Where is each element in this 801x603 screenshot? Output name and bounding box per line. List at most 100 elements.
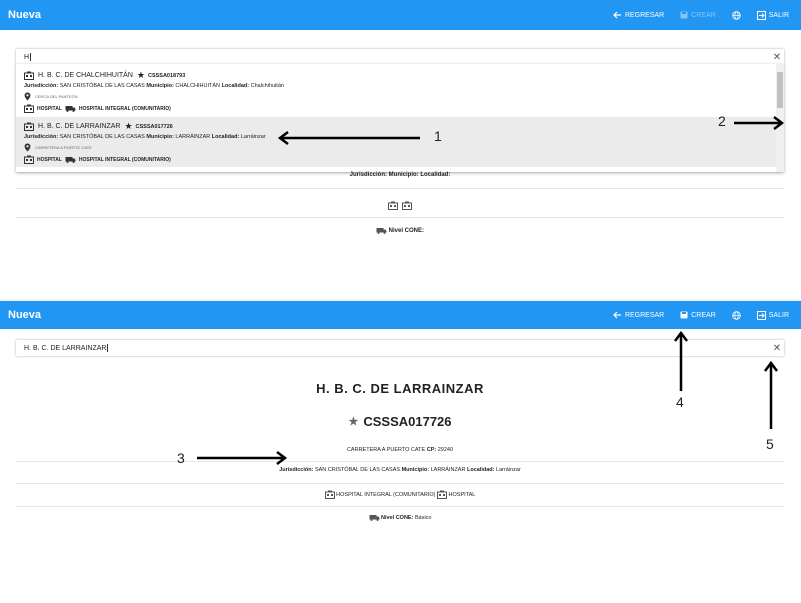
annotation-arrow-5: [764, 360, 778, 429]
juris-label: Jurisdicción:: [24, 83, 59, 89]
back-button[interactable]: REGRESAR: [613, 11, 664, 19]
create-label: CREAR: [691, 311, 716, 319]
hospital-building-icon: [24, 155, 34, 164]
unit-type-line: HOSPITAL INTEGRAL (COMUNITARIO) HOSPITAL: [16, 490, 784, 499]
detail-type-icons: [16, 197, 784, 215]
mun-value: LARRÁINZAR: [430, 467, 466, 473]
back-label: REGRESAR: [624, 311, 665, 319]
option-address: CERCA DEL PANTEÓN: [35, 94, 78, 99]
back-button[interactable]: REGRESAR: [613, 311, 664, 319]
annotation-number-5: 5: [766, 436, 774, 452]
option-tag-2: HOSPITAL INTEGRAL (COMUNITARIO): [78, 156, 171, 163]
cp-value: 29240: [437, 447, 454, 453]
cone-value: Básico: [414, 514, 432, 521]
arrow-left-icon: [613, 11, 621, 19]
star-icon: ★: [348, 416, 359, 428]
exit-button[interactable]: SALIR: [756, 10, 789, 20]
search-value: H. B. C. DE LARRAINZAR: [24, 344, 107, 352]
text-caret: [107, 344, 109, 352]
hospital-building-icon: [24, 122, 34, 131]
juris-label: Jurisdicción:: [24, 134, 59, 140]
divider: [16, 217, 784, 218]
annotation-number-2: 2: [718, 113, 726, 129]
option-code: CSSSA018793: [147, 72, 186, 79]
create-button[interactable]: CREAR: [680, 11, 716, 19]
cp-label: CP:: [426, 447, 437, 453]
hospital-building-icon: [437, 490, 448, 499]
clear-search-icon[interactable]: ✕: [770, 52, 784, 63]
globe-icon: [732, 310, 741, 320]
option-code: CSSSA017726: [135, 123, 173, 130]
result-option-chalchihuitan[interactable]: H. B. C. DE CHALCHIHUITÁN ★ CSSSA018793 …: [16, 68, 776, 116]
unit-search-input[interactable]: H. B. C. DE LARRAINZAR ✕: [16, 340, 784, 356]
option-name: H. B. C. DE CHALCHIHUITÁN: [38, 72, 133, 79]
clear-search-icon[interactable]: ✕: [770, 343, 784, 354]
annotation-number-1: 1: [434, 128, 442, 144]
app-title: Nueva: [8, 9, 42, 21]
search-results-dropdown: H. B. C. DE CHALCHIHUITÁN ★ CSSSA018793 …: [16, 64, 784, 172]
location-pin-icon: [24, 92, 31, 101]
unit-search-input[interactable]: H ✕: [16, 49, 784, 65]
scrollbar-thumb[interactable]: [777, 72, 783, 108]
cone-label: Nivel CONE:: [388, 228, 424, 235]
annotation-arrow-1: [277, 131, 420, 145]
mun-label: Municipio:: [401, 467, 430, 473]
unit-type-1: HOSPITAL INTEGRAL (COMUNITARIO): [336, 491, 436, 498]
unit-address: CARRETERA A PUERTO CATE: [346, 447, 426, 453]
unit-code: CSSSA017726: [363, 414, 452, 429]
back-label: REGRESAR: [624, 11, 665, 19]
detail-jurisdiction-line: Jurisdicción: Municipio: Localidad:: [349, 172, 451, 178]
exit-button[interactable]: SALIR: [756, 310, 789, 320]
divider: [16, 483, 784, 484]
hospital-building-icon: [24, 71, 34, 80]
language-button[interactable]: [732, 310, 741, 320]
exit-label: SALIR: [768, 11, 789, 19]
unit-cone-line: Nivel CONE: Básico: [16, 514, 784, 521]
exit-icon: [756, 310, 766, 320]
unit-name-heading: H. B. C. DE LARRAINZAR: [316, 381, 484, 396]
create-button[interactable]: CREAR: [680, 311, 716, 319]
mun-value: LARRÁINZAR: [175, 134, 211, 140]
ambulance-icon: [376, 228, 387, 234]
divider: [16, 461, 784, 462]
divider: [16, 506, 784, 507]
loc-value: Chalchihuitán: [250, 83, 284, 89]
ambulance-icon: [65, 157, 76, 163]
unit-jurisdiction-line: Jurisdicción: SAN CRISTÓBAL DE LAS CASAS…: [16, 467, 784, 473]
juris-value: SAN CRISTÓBAL DE LAS CASAS: [314, 467, 401, 473]
location-pin-icon: [24, 143, 31, 152]
hospital-building-icon: [324, 490, 335, 499]
save-icon: [680, 311, 688, 319]
exit-icon: [756, 10, 766, 20]
text-caret: [30, 53, 32, 61]
loc-label: Localidad:: [221, 83, 250, 89]
loc-label: Localidad:: [466, 467, 495, 473]
star-icon: ★: [124, 121, 133, 131]
top-screenshot-panel: Nueva REGRESAR CREAR SALIR H ✕ H. B. C. …: [0, 0, 801, 300]
annotation-number-3: 3: [177, 450, 185, 466]
mun-label: Municipio:: [146, 134, 174, 140]
annotation-arrow-2: [734, 116, 785, 130]
search-value: H: [24, 53, 30, 61]
annotation-number-4: 4: [676, 394, 684, 410]
loc-label: Localidad:: [211, 134, 240, 140]
juris-value: SAN CRISTÓBAL DE LAS CASAS: [59, 134, 145, 140]
app-bar: Nueva REGRESAR CREAR SALIR: [0, 301, 801, 329]
save-icon: [680, 11, 688, 19]
cone-label: Nivel CONE:: [381, 514, 414, 521]
arrow-left-icon: [613, 311, 621, 319]
annotation-arrow-4: [674, 330, 688, 391]
loc-value: Larráinzar: [496, 467, 521, 473]
hospital-building-icon: [387, 201, 398, 210]
star-icon: ★: [136, 70, 145, 80]
option-tag-1: HOSPITAL: [37, 156, 62, 163]
option-name: H. B. C. DE LARRAINZAR: [38, 123, 121, 130]
language-button[interactable]: [732, 10, 741, 20]
detail-cone-line: Nivel CONE:: [16, 227, 784, 234]
mun-value: CHALCHIHUITÁN: [175, 83, 221, 89]
option-address: CARRETERA A PUERTO CATE: [35, 145, 92, 150]
loc-value: Larráinzar: [240, 134, 266, 140]
unit-code-line: ★ CSSSA017726: [16, 414, 784, 429]
ambulance-icon: [65, 106, 76, 112]
unit-address-line: CARRETERA A PUERTO CATE CP: 29240: [16, 447, 784, 453]
